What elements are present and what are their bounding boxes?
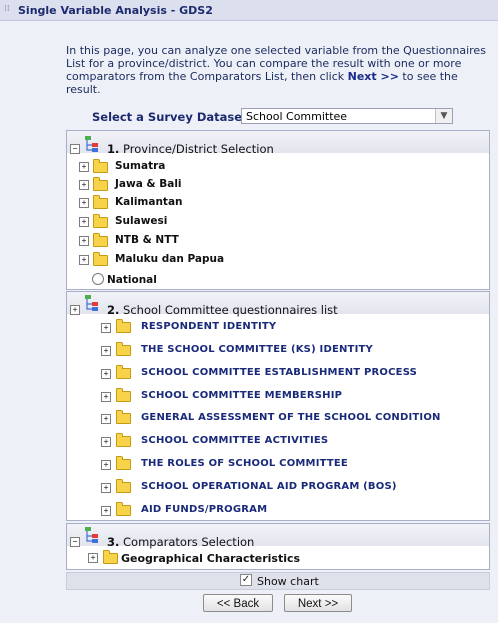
questionnaire-label: SCHOOL OPERATIONAL AID PROGRAM (BOS) xyxy=(141,481,397,492)
national-radio[interactable] xyxy=(92,273,104,285)
collapse-icon[interactable]: − xyxy=(70,144,80,154)
expand-icon[interactable]: + xyxy=(101,414,111,424)
grip-icon: ⁞⁞ xyxy=(4,4,10,14)
hierarchy-icon xyxy=(85,295,98,311)
expand-icon[interactable]: + xyxy=(79,255,89,265)
expand-icon[interactable]: + xyxy=(101,483,111,493)
expand-icon[interactable]: + xyxy=(79,180,89,190)
folder-icon xyxy=(116,319,131,333)
folder-icon xyxy=(93,195,108,209)
expand-icon[interactable]: + xyxy=(101,346,111,356)
expand-icon[interactable]: + xyxy=(101,506,111,516)
expand-icon[interactable]: + xyxy=(79,162,89,172)
show-chart-bar: ✓ Show chart xyxy=(66,572,490,590)
province-label: Kalimantan xyxy=(115,196,183,208)
folder-icon xyxy=(93,159,108,173)
next-button[interactable]: Next >> xyxy=(284,594,352,612)
expand-icon[interactable]: + xyxy=(101,437,111,447)
folder-icon xyxy=(116,479,131,493)
show-chart-checkbox[interactable]: ✓ xyxy=(240,574,252,586)
collapse-icon[interactable]: − xyxy=(70,537,80,547)
province-label: Maluku dan Papua xyxy=(115,253,225,265)
folder-icon xyxy=(103,550,118,564)
folder-icon xyxy=(116,388,131,402)
section-3-title: 3. Comparators Selection xyxy=(107,535,255,549)
questionnaire-label: AID FUNDS/PROGRAM xyxy=(141,504,268,515)
folder-icon xyxy=(93,177,108,191)
folder-icon xyxy=(93,233,108,247)
hierarchy-icon xyxy=(85,136,98,152)
window-title: Single Variable Analysis - GDS2 xyxy=(18,4,213,17)
back-button[interactable]: << Back xyxy=(203,594,273,612)
questionnaire-label: THE ROLES OF SCHOOL COMMITTEE xyxy=(141,458,348,469)
dataset-select-value: School Committee xyxy=(246,110,348,123)
expand-icon[interactable]: + xyxy=(88,553,98,563)
national-label: National xyxy=(107,274,157,286)
next-reference: Next >> xyxy=(347,70,399,83)
chevron-down-icon[interactable]: ▼ xyxy=(435,109,452,123)
folder-icon xyxy=(93,252,108,266)
expand-icon[interactable]: + xyxy=(101,323,111,333)
intro-text: In this page, you can analyze one select… xyxy=(66,44,486,96)
section-1-title: 1. Province/District Selection xyxy=(107,142,274,156)
comparators-panel: − 3. Comparators Selection + Geographica… xyxy=(66,523,490,570)
expand-icon[interactable]: + xyxy=(79,236,89,246)
province-label: NTB & NTT xyxy=(115,234,179,246)
folder-icon xyxy=(116,365,131,379)
questionnaire-label: SCHOOL COMMITTEE MEMBERSHIP xyxy=(141,390,343,401)
hierarchy-icon xyxy=(85,527,98,543)
folder-icon xyxy=(116,342,131,356)
province-label: Jawa & Bali xyxy=(115,178,182,190)
folder-icon xyxy=(116,433,131,447)
expand-icon[interactable]: + xyxy=(101,392,111,402)
comparator-label: Geographical Characteristics xyxy=(121,552,301,565)
questionnaire-label: THE SCHOOL COMMITTEE (KS) IDENTITY xyxy=(141,344,373,355)
title-bar: ⁞⁞ Single Variable Analysis - GDS2 xyxy=(0,0,498,21)
expand-icon[interactable]: + xyxy=(101,369,111,379)
folder-icon xyxy=(116,502,131,516)
questionnaire-label: GENERAL ASSESSMENT OF THE SCHOOL CONDITI… xyxy=(141,412,441,423)
questionnaire-label: SCHOOL COMMITTEE ACTIVITIES xyxy=(141,435,329,446)
questionnaires-panel: + 2. School Committee questionnaires lis… xyxy=(66,291,490,521)
dataset-label: Select a Survey Dataset: xyxy=(92,110,253,124)
expand-icon[interactable]: + xyxy=(79,217,89,227)
questionnaire-label: SCHOOL COMMITTEE ESTABLISHMENT PROCESS xyxy=(141,367,418,378)
province-label: Sumatra xyxy=(115,160,166,172)
show-chart-label[interactable]: Show chart xyxy=(257,575,319,588)
folder-icon xyxy=(116,410,131,424)
expand-icon[interactable]: + xyxy=(70,305,80,315)
questionnaire-label: RESPONDENT IDENTITY xyxy=(141,321,277,332)
folder-icon xyxy=(116,456,131,470)
dataset-select[interactable]: School Committee ▼ xyxy=(241,108,453,124)
expand-icon[interactable]: + xyxy=(101,460,111,470)
expand-icon[interactable]: + xyxy=(79,198,89,208)
section-2-title: 2. School Committee questionnaires list xyxy=(107,303,338,317)
folder-icon xyxy=(93,214,108,228)
province-panel: − 1. Province/District Selection + Sumat… xyxy=(66,130,490,290)
province-label: Sulawesi xyxy=(115,215,168,227)
